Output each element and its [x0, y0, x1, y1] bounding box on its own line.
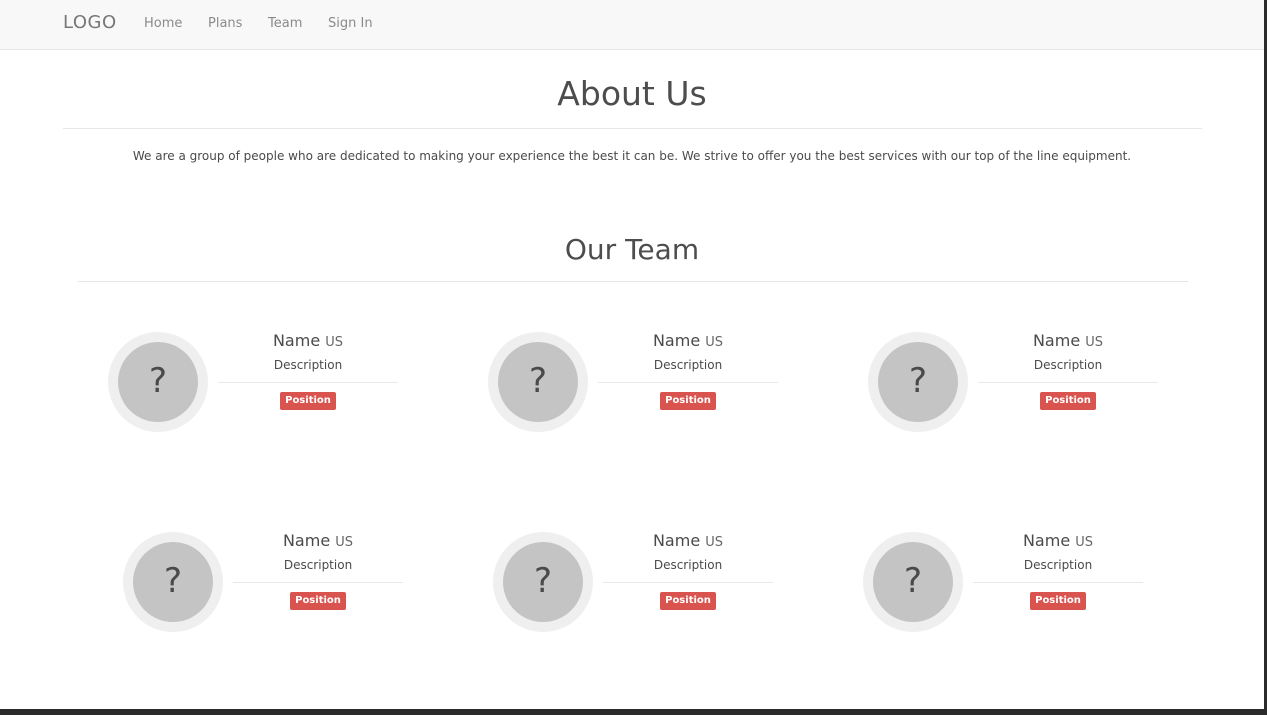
position-badge: Position [660, 392, 716, 410]
about-divider [63, 128, 1202, 129]
member-name-text: Name [282, 531, 331, 550]
avatar: ? [123, 532, 223, 632]
question-mark-icon: ? [873, 542, 953, 622]
member-info: Name US Description Position [978, 330, 1158, 410]
member-name: Name US [603, 530, 773, 552]
member-info: Name US Description Position [598, 330, 778, 410]
team-member-card: ? Name US Description Position [108, 330, 408, 442]
member-divider [218, 382, 398, 383]
nav-link-team[interactable]: Team [268, 16, 302, 31]
team-member-card: ? Name US Description Position [123, 530, 423, 642]
avatar: ? [493, 532, 593, 632]
logo[interactable]: LOGO [63, 12, 117, 33]
team-member-card: ? Name US Description Position [493, 530, 793, 642]
member-name-text: Name [272, 331, 321, 350]
question-mark-icon: ? [498, 342, 578, 422]
member-name-suffix: US [325, 335, 344, 350]
member-name: Name US [218, 330, 398, 352]
member-description: Description [1023, 558, 1093, 572]
member-info: Name US Description Position [218, 330, 398, 410]
member-name-suffix: US [705, 335, 724, 350]
avatar: ? [488, 332, 588, 432]
position-badge: Position [1040, 392, 1096, 410]
question-mark-icon: ? [878, 342, 958, 422]
question-mark-icon: ? [118, 342, 198, 422]
page: LOGO Home Plans Team Sign In About Us We… [0, 0, 1264, 709]
member-name-text: Name [652, 331, 701, 350]
member-name: Name US [978, 330, 1158, 352]
member-name-suffix: US [1075, 535, 1094, 550]
member-divider [233, 582, 403, 583]
member-name-text: Name [652, 531, 701, 550]
member-name-text: Name [1032, 331, 1081, 350]
team-member-card: ? Name US Description Position [488, 330, 788, 442]
member-description: Description [653, 358, 723, 372]
team-title: Our Team [564, 233, 700, 266]
member-name-suffix: US [1085, 335, 1104, 350]
member-info: Name US Description Position [603, 530, 773, 610]
member-description: Description [1033, 358, 1103, 372]
member-name: Name US [233, 530, 403, 552]
member-name: Name US [598, 330, 778, 352]
member-name-suffix: US [335, 535, 354, 550]
position-badge: Position [280, 392, 336, 410]
position-badge: Position [290, 592, 346, 610]
member-name-text: Name [1022, 531, 1071, 550]
nav-link-home[interactable]: Home [144, 16, 182, 31]
member-divider [603, 582, 773, 583]
navbar: LOGO Home Plans Team Sign In [0, 0, 1264, 50]
question-mark-icon: ? [133, 542, 213, 622]
avatar: ? [863, 532, 963, 632]
member-description: Description [283, 558, 353, 572]
position-badge: Position [1030, 592, 1086, 610]
about-title: About Us [557, 74, 707, 113]
question-mark-icon: ? [503, 542, 583, 622]
position-badge: Position [660, 592, 716, 610]
avatar: ? [108, 332, 208, 432]
team-member-card: ? Name US Description Position [868, 330, 1168, 442]
nav-link-sign-in[interactable]: Sign In [328, 16, 373, 31]
avatar: ? [868, 332, 968, 432]
member-name: Name US [973, 530, 1143, 552]
team-member-card: ? Name US Description Position [863, 530, 1163, 642]
member-divider [973, 582, 1143, 583]
member-info: Name US Description Position [233, 530, 403, 610]
member-description: Description [653, 558, 723, 572]
member-divider [978, 382, 1158, 383]
about-text: We are a group of people who are dedicat… [132, 149, 1132, 163]
member-description: Description [273, 358, 343, 372]
team-divider [78, 281, 1188, 282]
nav-link-plans[interactable]: Plans [208, 16, 242, 31]
member-info: Name US Description Position [973, 530, 1143, 610]
member-divider [598, 382, 778, 383]
member-name-suffix: US [705, 535, 724, 550]
